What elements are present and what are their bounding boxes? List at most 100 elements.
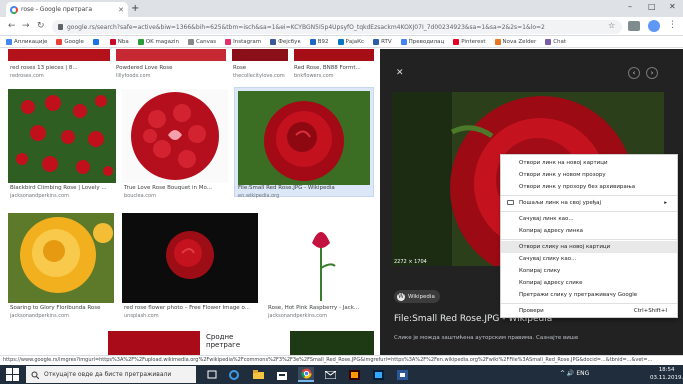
menu-item-open-link-new-tab[interactable]: Отвори линк на новој картици (501, 157, 677, 169)
minimize-button[interactable]: – (628, 2, 632, 11)
new-tab-button[interactable]: + (131, 3, 139, 14)
result-image[interactable] (290, 331, 374, 355)
submenu-arrow-icon: ▸ (664, 200, 667, 206)
menu-item-open-link-incognito[interactable]: Отвори линк у прозору без архивирања (501, 181, 677, 193)
result-image-bouquet[interactable] (122, 89, 228, 183)
close-tab-icon[interactable]: ✕ (118, 6, 124, 14)
menu-item-send-link-device[interactable]: Пошаљи линк на свој уређај ▸ (501, 197, 677, 209)
bookmark-item[interactable]: Апликације (6, 38, 47, 45)
menu-item-save-link-as[interactable]: Сачувај линк као... (501, 213, 677, 225)
result-image[interactable] (8, 331, 98, 355)
taskbar-clock[interactable]: 18:54 03.11.2019. (650, 366, 683, 382)
source-chip[interactable]: W Wikipedia (394, 290, 440, 303)
menu-item-search-image-google[interactable]: Претражи слику у претраживачу Google (501, 289, 677, 301)
image-results-grid: red roses 13 pieces | 8... redroses.com … (0, 49, 380, 355)
browser-tab[interactable]: rose - Google претрага ✕ (6, 2, 128, 17)
taskbar-search-box[interactable]: Откуцајте овде да бисте претраживали (26, 366, 196, 383)
photoshop-taskbar-icon[interactable] (370, 367, 386, 382)
copyright-note[interactable]: Слике је можда заштићена ауторским прави… (394, 335, 578, 341)
result-caption[interactable]: Blackbird Climbing Rose | Lovely ... (10, 185, 116, 191)
bookmark-item[interactable]: Pinterest (453, 38, 486, 45)
mail-glyph (324, 370, 336, 379)
bookmark-label: OK magazin (145, 38, 179, 45)
result-image-rose-bush[interactable] (8, 89, 116, 183)
result-image-dark-rose[interactable] (122, 213, 258, 303)
next-image-button[interactable]: › (646, 67, 658, 79)
bookmark-item[interactable]: Google (56, 38, 84, 45)
bookmark-item[interactable]: Nba (109, 38, 129, 45)
address-bar[interactable]: google.rs/search?safe=active&biw=1366&bi… (52, 20, 622, 34)
result-caption[interactable]: File:Small Red Rose.JPG - Wikipedia (238, 185, 370, 191)
edge-taskbar-icon[interactable] (226, 367, 242, 382)
menu-item-copy-image-address[interactable]: Копирај адресу слике (501, 277, 677, 289)
bookmark-star-icon[interactable]: ☆ (608, 21, 615, 30)
ai-glyph (348, 369, 360, 380)
bookmark-favicon-icon (400, 38, 407, 45)
result-image-yellow-rose[interactable] (8, 213, 114, 303)
result-image-small-red-rose[interactable] (238, 91, 370, 185)
bookmark-item[interactable]: Преводилац (400, 38, 444, 45)
menu-item-open-image-new-tab[interactable]: Отвори слику на новој картици (501, 241, 677, 253)
bookmark-favicon-icon (92, 38, 99, 45)
result-image[interactable] (294, 49, 374, 61)
menu-item-save-image-as[interactable]: Сачувај слику као... (501, 253, 677, 265)
profile-avatar[interactable] (648, 20, 660, 32)
previous-image-button[interactable]: ‹ (628, 67, 640, 79)
pink-rose-thumbnail (266, 213, 374, 303)
close-preview-icon[interactable]: ✕ (396, 68, 404, 78)
word-taskbar-icon[interactable] (394, 367, 410, 382)
result-caption[interactable]: Rose, Hot Pink Raspberry - Jack... (268, 305, 374, 311)
result-source: jacksonandperkins.com (268, 313, 327, 319)
result-caption[interactable]: Rose (233, 65, 288, 71)
bookmark-item[interactable]: RTV (373, 38, 392, 45)
result-image[interactable] (116, 49, 226, 61)
system-tray[interactable]: ^ 🔊 ENG (560, 370, 589, 377)
bookmark-item[interactable]: РајаКс (337, 38, 364, 45)
bookmark-item[interactable]: Instagram (225, 38, 261, 45)
result-image-pink-rose[interactable] (266, 213, 374, 303)
menu-item-label: Копирај адресу слике (519, 280, 583, 286)
bookmark-favicon-icon (187, 38, 194, 45)
store-taskbar-icon[interactable] (274, 367, 290, 382)
bookmark-item[interactable]: OK magazin (137, 38, 179, 45)
menu-item-copy-link-address[interactable]: Копирај адресу линка (501, 225, 677, 237)
bookmark-item[interactable]: B92 (309, 38, 329, 45)
result-caption[interactable]: red roses 13 pieces | 8... (10, 65, 110, 71)
bookmark-item[interactable]: Chat (545, 38, 566, 45)
illustrator-taskbar-icon[interactable] (346, 367, 362, 382)
bookmark-favicon-icon (270, 38, 277, 45)
menu-item-copy-image[interactable]: Копирај слику (501, 265, 677, 277)
bookmark-item[interactable] (92, 38, 101, 45)
bookmark-favicon-icon (137, 38, 144, 45)
result-caption[interactable]: red rose flower photo – Free Flower Imag… (124, 305, 258, 311)
menu-item-inspect[interactable]: Провери Ctrl+Shift+I (501, 305, 677, 317)
bookmark-item[interactable]: Canvas (187, 38, 216, 45)
bookmark-favicon-icon (6, 38, 12, 45)
related-searches-label[interactable]: Сродне претраге (206, 333, 246, 349)
result-caption[interactable]: Soaring to Glory Floribunda Rose (10, 305, 114, 311)
windows-start-icon[interactable] (6, 368, 19, 381)
task-view-icon[interactable] (204, 367, 220, 382)
result-image[interactable] (8, 49, 110, 61)
extension-icon[interactable] (628, 21, 640, 31)
result-image[interactable] (108, 331, 200, 355)
result-caption[interactable]: Powdered Love Rose (116, 65, 226, 71)
forward-button[interactable]: → (22, 21, 30, 31)
reload-button[interactable]: ↻ (37, 21, 45, 31)
result-caption[interactable]: True Love Rose Bouquet in Mo... (124, 185, 228, 191)
file-explorer-taskbar-icon[interactable] (250, 367, 266, 382)
browser-menu-button[interactable]: ⋮ (668, 20, 677, 30)
menu-item-open-link-new-window[interactable]: Отвори линк у новом прозору (501, 169, 677, 181)
bookmark-favicon-icon (453, 38, 460, 45)
result-caption[interactable]: Red Rose, BN88 Formt... (294, 65, 378, 71)
result-image[interactable] (232, 49, 288, 61)
mail-taskbar-icon[interactable] (322, 367, 338, 382)
chrome-taskbar-icon[interactable] (298, 367, 314, 382)
bookmark-item[interactable]: Nova Zelder (494, 38, 536, 45)
bookmark-favicon-icon (494, 38, 501, 45)
back-button[interactable]: ← (8, 21, 16, 31)
close-window-button[interactable]: ✕ (669, 2, 676, 11)
bookmark-item[interactable]: Фејсбук (270, 38, 301, 45)
menu-item-label: Провери (519, 308, 544, 314)
maximize-button[interactable]: □ (648, 2, 656, 11)
